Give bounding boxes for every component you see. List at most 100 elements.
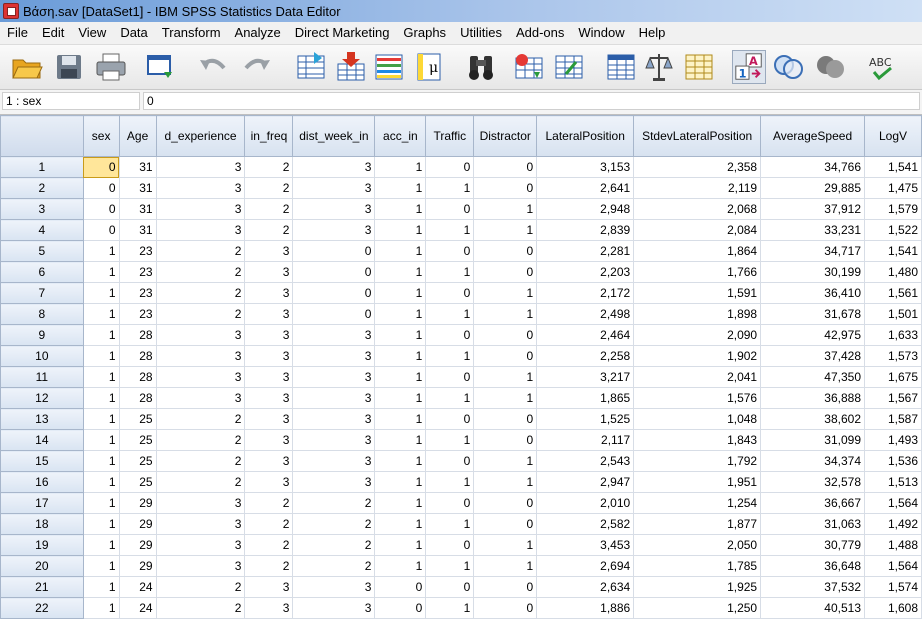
- data-cell[interactable]: 23: [118, 261, 157, 283]
- data-cell[interactable]: 3: [155, 387, 246, 409]
- data-cell[interactable]: 1,561: [864, 282, 922, 304]
- data-cell[interactable]: 1: [374, 555, 427, 577]
- row-header[interactable]: 21: [0, 576, 84, 598]
- data-cell[interactable]: 3: [244, 240, 294, 262]
- data-cell[interactable]: 1: [374, 492, 427, 514]
- column-header-stdevlateralposition[interactable]: StdevLateralPosition: [633, 115, 762, 157]
- row-header[interactable]: 19: [0, 534, 84, 556]
- data-cell[interactable]: 0: [425, 240, 475, 262]
- data-cell[interactable]: 31,099: [760, 429, 865, 451]
- data-cell[interactable]: 1,493: [864, 429, 922, 451]
- grid-corner[interactable]: [0, 115, 84, 157]
- data-cell[interactable]: 3: [155, 156, 246, 178]
- print-icon[interactable]: [94, 50, 128, 84]
- goto-case-icon[interactable]: [294, 50, 328, 84]
- data-cell[interactable]: 3: [244, 408, 294, 430]
- data-cell[interactable]: 42,975: [760, 324, 865, 346]
- data-cell[interactable]: 0: [473, 597, 538, 619]
- data-cell[interactable]: 1,792: [633, 450, 762, 472]
- split-file-icon[interactable]: [604, 50, 638, 84]
- data-cell[interactable]: 3: [244, 366, 294, 388]
- data-cell[interactable]: 1: [82, 429, 120, 451]
- data-cell[interactable]: 1: [374, 219, 427, 241]
- data-cell[interactable]: 0: [473, 492, 538, 514]
- menu-analyze[interactable]: Analyze: [228, 22, 288, 44]
- data-cell[interactable]: 1,475: [864, 177, 922, 199]
- data-cell[interactable]: 28: [118, 387, 157, 409]
- data-cell[interactable]: 1,254: [633, 492, 762, 514]
- data-cell[interactable]: 1: [425, 555, 475, 577]
- data-cell[interactable]: 3: [292, 429, 376, 451]
- menu-graphs[interactable]: Graphs: [396, 22, 453, 44]
- data-cell[interactable]: 2: [244, 156, 294, 178]
- data-cell[interactable]: 23: [118, 303, 157, 325]
- data-cell[interactable]: 1,480: [864, 261, 922, 283]
- data-cell[interactable]: 1: [473, 450, 538, 472]
- row-header[interactable]: 20: [0, 555, 84, 577]
- data-cell[interactable]: 2: [244, 219, 294, 241]
- data-cell[interactable]: 1: [82, 324, 120, 346]
- data-cell[interactable]: 1: [82, 471, 120, 493]
- data-cell[interactable]: 3: [244, 597, 294, 619]
- data-cell[interactable]: 3: [292, 345, 376, 367]
- data-cell[interactable]: 3: [292, 366, 376, 388]
- data-cell[interactable]: 38,602: [760, 408, 865, 430]
- data-cell[interactable]: 2: [155, 408, 246, 430]
- data-cell[interactable]: 1: [82, 240, 120, 262]
- data-cell[interactable]: 0: [473, 177, 538, 199]
- column-header-traffic[interactable]: Traffic: [425, 115, 475, 157]
- data-cell[interactable]: 0: [425, 492, 475, 514]
- menu-transform[interactable]: Transform: [155, 22, 228, 44]
- data-cell[interactable]: 2,498: [536, 303, 635, 325]
- data-cell[interactable]: 1: [82, 450, 120, 472]
- undo-icon[interactable]: [196, 50, 230, 84]
- data-cell[interactable]: 0: [425, 156, 475, 178]
- data-cell[interactable]: 1,587: [864, 408, 922, 430]
- data-cell[interactable]: 29: [118, 555, 157, 577]
- data-cell[interactable]: 3: [292, 324, 376, 346]
- data-cell[interactable]: 1,564: [864, 492, 922, 514]
- data-cell[interactable]: 3: [155, 513, 246, 535]
- goto-variable-icon[interactable]: [334, 50, 368, 84]
- data-cell[interactable]: 1,574: [864, 576, 922, 598]
- data-cell[interactable]: 37,428: [760, 345, 865, 367]
- data-cell[interactable]: 2: [244, 198, 294, 220]
- data-cell[interactable]: 25: [118, 408, 157, 430]
- data-cell[interactable]: 2,694: [536, 555, 635, 577]
- menu-help[interactable]: Help: [632, 22, 673, 44]
- column-header-distractor[interactable]: Distractor: [473, 115, 538, 157]
- column-header-lateralposition[interactable]: LateralPosition: [536, 115, 635, 157]
- data-cell[interactable]: 25: [118, 471, 157, 493]
- row-header[interactable]: 8: [0, 303, 84, 325]
- data-cell[interactable]: 1: [425, 471, 475, 493]
- data-cell[interactable]: 2,068: [633, 198, 762, 220]
- data-cell[interactable]: 3: [292, 387, 376, 409]
- data-cell[interactable]: 0: [473, 324, 538, 346]
- row-header[interactable]: 17: [0, 492, 84, 514]
- data-cell[interactable]: 1: [374, 534, 427, 556]
- cell-reference-field[interactable]: 1 : sex: [2, 92, 140, 110]
- row-header[interactable]: 2: [0, 177, 84, 199]
- data-cell[interactable]: 3: [244, 471, 294, 493]
- weight-cases-icon[interactable]: [642, 50, 676, 84]
- data-cell[interactable]: 1: [374, 240, 427, 262]
- row-header[interactable]: 13: [0, 408, 84, 430]
- data-cell[interactable]: 1: [374, 177, 427, 199]
- data-cell[interactable]: 3: [244, 450, 294, 472]
- row-header[interactable]: 16: [0, 471, 84, 493]
- row-header[interactable]: 22: [0, 597, 84, 619]
- data-cell[interactable]: 0: [82, 198, 120, 220]
- data-cell[interactable]: 2: [155, 303, 246, 325]
- data-cell[interactable]: 1: [82, 366, 120, 388]
- data-cell[interactable]: 0: [292, 261, 376, 283]
- data-cell[interactable]: 2,084: [633, 219, 762, 241]
- data-cell[interactable]: 1: [425, 429, 475, 451]
- data-cell[interactable]: 0: [82, 177, 120, 199]
- show-all-variables-icon[interactable]: [814, 50, 848, 84]
- data-cell[interactable]: 31,678: [760, 303, 865, 325]
- data-cell[interactable]: 0: [292, 282, 376, 304]
- data-cell[interactable]: 3: [292, 576, 376, 598]
- column-header-sex[interactable]: sex: [82, 115, 120, 157]
- data-cell[interactable]: 3: [155, 177, 246, 199]
- data-cell[interactable]: 0: [473, 240, 538, 262]
